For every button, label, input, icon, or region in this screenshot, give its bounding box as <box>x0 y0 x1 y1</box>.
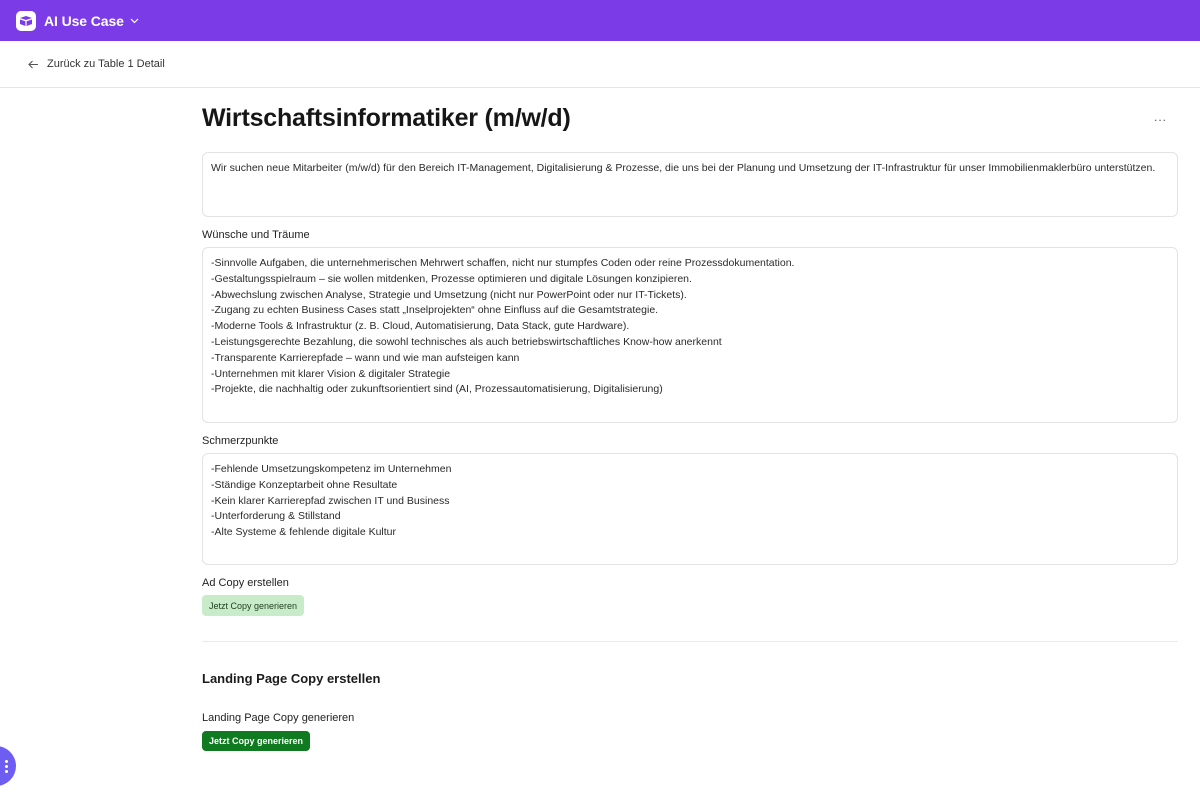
landing-page-label: Landing Page Copy generieren <box>202 712 355 724</box>
wishes-line: -Sinnvolle Aufgaben, die unternehmerisch… <box>211 257 795 269</box>
back-navigation-bar: Zurück zu Table 1 Detail <box>0 41 1200 88</box>
app-title[interactable]: AI Use Case <box>44 13 124 29</box>
more-options-button[interactable]: ... <box>1154 110 1167 124</box>
pains-label: Schmerzpunkte <box>202 435 279 447</box>
wishes-label: Wünsche und Träume <box>202 229 310 241</box>
description-field[interactable]: Wir suchen neue Mitarbeiter (m/w/d) für … <box>202 152 1178 217</box>
back-link[interactable]: Zurück zu Table 1 Detail <box>47 58 165 70</box>
landing-page-heading: Landing Page Copy erstellen <box>202 671 381 686</box>
box-icon[interactable] <box>16 10 36 31</box>
ad-copy-label: Ad Copy erstellen <box>202 577 289 589</box>
wishes-line: -Projekte, die nachhaltig oder zukunftso… <box>211 383 663 396</box>
chevron-down-icon[interactable] <box>130 18 139 24</box>
generate-landing-page-copy-button[interactable]: Jetzt Copy generieren <box>202 731 311 751</box>
pains-field[interactable]: -Fehlende Umsetzungskompetenz im Unterne… <box>202 453 1178 565</box>
wishes-line: -Gestaltungsspielraum – sie wollen mitde… <box>211 272 692 285</box>
wishes-line: -Transparente Karrierepfade – wann und w… <box>211 351 520 364</box>
wishes-line: -Abwechslung zwischen Analyse, Strategie… <box>211 288 687 301</box>
pains-line: -Alte Systeme & fehlende digitale Kultur <box>211 526 397 539</box>
pains-line: -Kein klarer Karrierepfad zwischen IT un… <box>211 494 450 507</box>
wishes-line: -Moderne Tools & Infrastruktur (z. B. Cl… <box>211 320 630 333</box>
pains-line: -Ständige Konzeptarbeit ohne Resultate <box>211 478 398 491</box>
generate-ad-copy-button[interactable]: Jetzt Copy generieren <box>202 595 305 616</box>
wishes-field[interactable]: -Sinnvolle Aufgaben, die unternehmerisch… <box>202 247 1178 423</box>
floating-action-button[interactable] <box>0 746 16 786</box>
wishes-line: -Unternehmen mit klarer Vision & digital… <box>211 367 451 380</box>
wishes-line: -Leistungsgerechte Bezahlung, die sowohl… <box>211 335 722 348</box>
section-divider <box>202 641 1178 642</box>
arrow-left-icon[interactable] <box>28 60 39 69</box>
pains-line: -Fehlende Umsetzungskompetenz im Unterne… <box>211 463 452 475</box>
wishes-line: -Zugang zu echten Business Cases statt „… <box>211 304 659 317</box>
page-title: Wirtschaftsinformatiker (m/w/d) <box>202 104 571 132</box>
dots-vertical-icon <box>5 759 8 773</box>
top-bar: AI Use Case <box>0 0 1200 41</box>
pains-line: -Unterforderung & Stillstand <box>211 510 341 523</box>
description-text: Wir suchen neue Mitarbeiter (m/w/d) für … <box>211 162 1156 174</box>
